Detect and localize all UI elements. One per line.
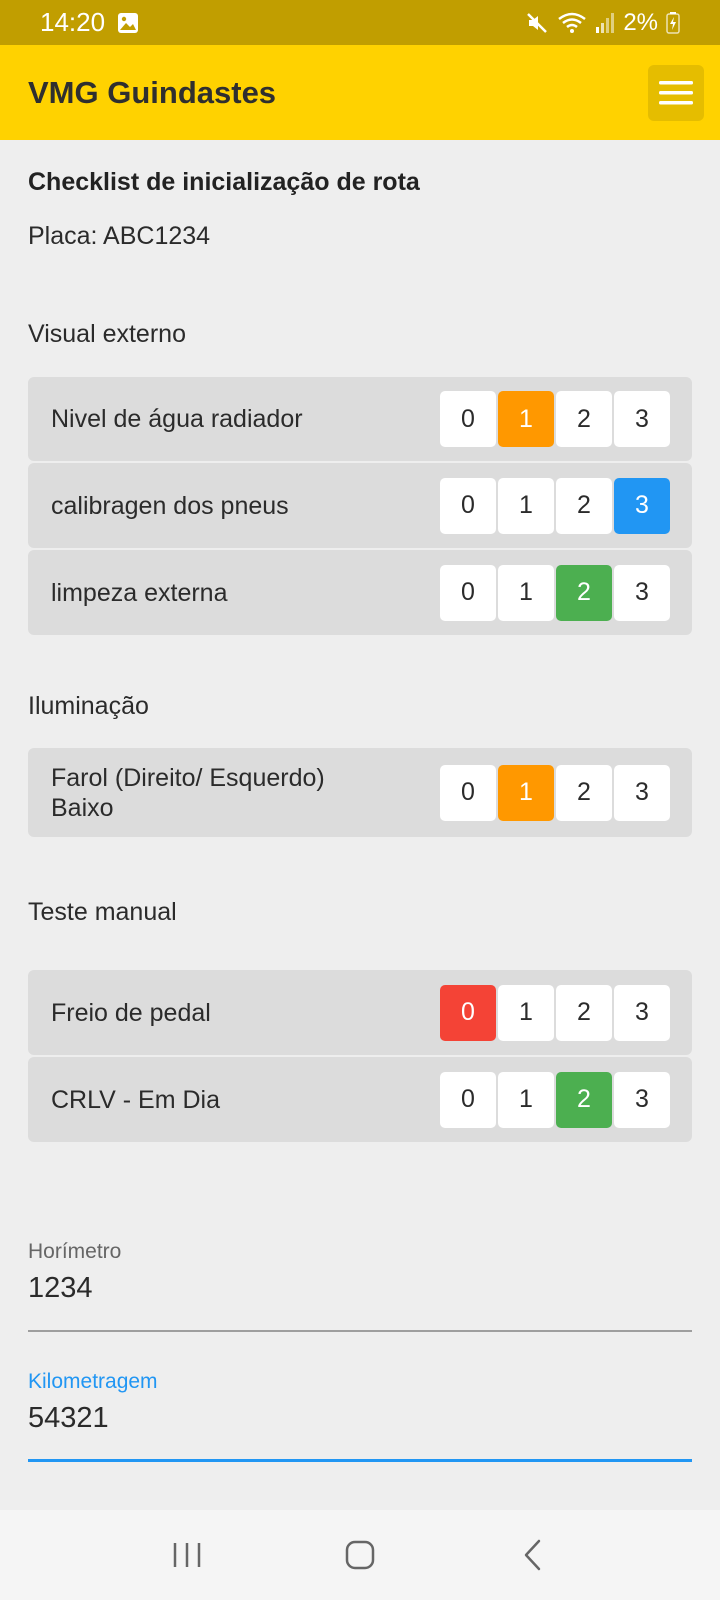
recent-apps-icon [173,1543,200,1567]
rating-option-2[interactable]: 2 [556,1071,612,1128]
rating-option-2[interactable]: 2 [556,564,612,621]
rating-options: 0 1 2 3 [440,391,670,447]
system-nav-bar [0,1510,720,1600]
rating-option-2[interactable]: 2 [556,477,612,534]
rating-option-0[interactable]: 0 [440,564,496,621]
wifi-icon [558,12,587,33]
rating-option-3[interactable]: 3 [614,477,670,534]
rating-option-3[interactable]: 3 [614,564,670,621]
checklist-row: Freio de pedal 0 1 2 3 [28,970,692,1055]
horimetro-value[interactable]: 1234 [28,1272,692,1305]
status-right: 2% [525,9,680,37]
rating-option-2[interactable]: 2 [556,764,612,821]
kilometragem-label: Kilometragem [28,1370,158,1393]
battery-percent: 2% [623,8,658,36]
rating-option-1[interactable]: 1 [498,1071,554,1128]
rating-options: 0 1 2 3 [440,477,670,534]
rating-options: 0 1 2 3 [440,564,670,621]
rating-option-3[interactable]: 3 [614,391,670,447]
rating-option-0[interactable]: 0 [440,984,496,1041]
battery-charging-icon [666,11,680,34]
rating-option-0[interactable]: 0 [440,477,496,534]
kilometragem-field[interactable]: Kilometragem 54321 [28,1370,692,1435]
checklist-row-label: CRLV - Em Dia [51,1085,221,1114]
rating-option-3[interactable]: 3 [614,1071,670,1128]
status-left: 14:20 [40,7,139,38]
rating-option-1[interactable]: 1 [498,564,554,621]
rating-options: 0 1 2 3 [440,764,670,821]
rating-option-2[interactable]: 2 [556,391,612,447]
checklist-row: Farol (Direito/ Esquerdo) Baixo 0 1 2 3 [28,748,692,837]
rating-options: 0 1 2 3 [440,984,670,1041]
home-button[interactable] [330,1525,390,1585]
checklist-row: calibragen dos pneus 0 1 2 3 [28,463,692,548]
status-time: 14:20 [40,7,106,37]
section-title-iluminacao: Iluminação [28,692,149,720]
rating-option-1[interactable]: 1 [498,391,554,447]
page-title: Checklist de inicialização de rota [28,168,420,196]
checklist-row-label: Nivel de água radiador [51,405,303,433]
back-icon [525,1539,541,1571]
section-title-teste-manual: Teste manual [28,898,177,926]
rating-option-1[interactable]: 1 [498,984,554,1041]
horimetro-underline [28,1330,692,1332]
menu-button[interactable] [648,64,704,121]
section-title-visual-externo: Visual externo [28,320,186,348]
hamburger-icon [659,80,693,104]
vehicle-plate: Placa: ABC1234 [28,222,211,250]
checklist-row-label: Farol (Direito/ Esquerdo) Baixo [51,763,325,822]
home-icon [345,1540,375,1570]
gallery-notification-icon [118,12,139,33]
app-title: VMG Guindastes [28,74,277,110]
rating-option-3[interactable]: 3 [614,764,670,821]
checklist-row-label: limpeza externa [51,578,228,607]
back-button[interactable] [503,1525,563,1585]
signal-icon [596,12,615,33]
checklist-row-label: Freio de pedal [51,998,211,1027]
rating-options: 0 1 2 3 [440,1071,670,1128]
rating-option-2[interactable]: 2 [556,984,612,1041]
rating-option-0[interactable]: 0 [440,391,496,447]
mute-icon [527,12,548,33]
checklist-row: CRLV - Em Dia 0 1 2 3 [28,1057,692,1142]
app-bar: VMG Guindastes [0,45,720,140]
kilometragem-value[interactable]: 54321 [28,1402,692,1435]
horimetro-label: Horímetro [28,1240,122,1263]
rating-option-1[interactable]: 1 [498,764,554,821]
horimetro-field[interactable]: Horímetro 1234 [28,1240,692,1305]
checklist-row-label: calibragen dos pneus [51,491,289,520]
kilometragem-underline [28,1459,692,1462]
rating-option-0[interactable]: 0 [440,764,496,821]
checklist-row: limpeza externa 0 1 2 3 [28,550,692,635]
recent-apps-button[interactable] [157,1525,217,1585]
checklist-row: Nivel de água radiador 0 1 2 3 [28,377,692,461]
rating-option-1[interactable]: 1 [498,477,554,534]
rating-option-3[interactable]: 3 [614,984,670,1041]
status-bar: 14:20 2% [0,0,720,45]
rating-option-0[interactable]: 0 [440,1071,496,1128]
